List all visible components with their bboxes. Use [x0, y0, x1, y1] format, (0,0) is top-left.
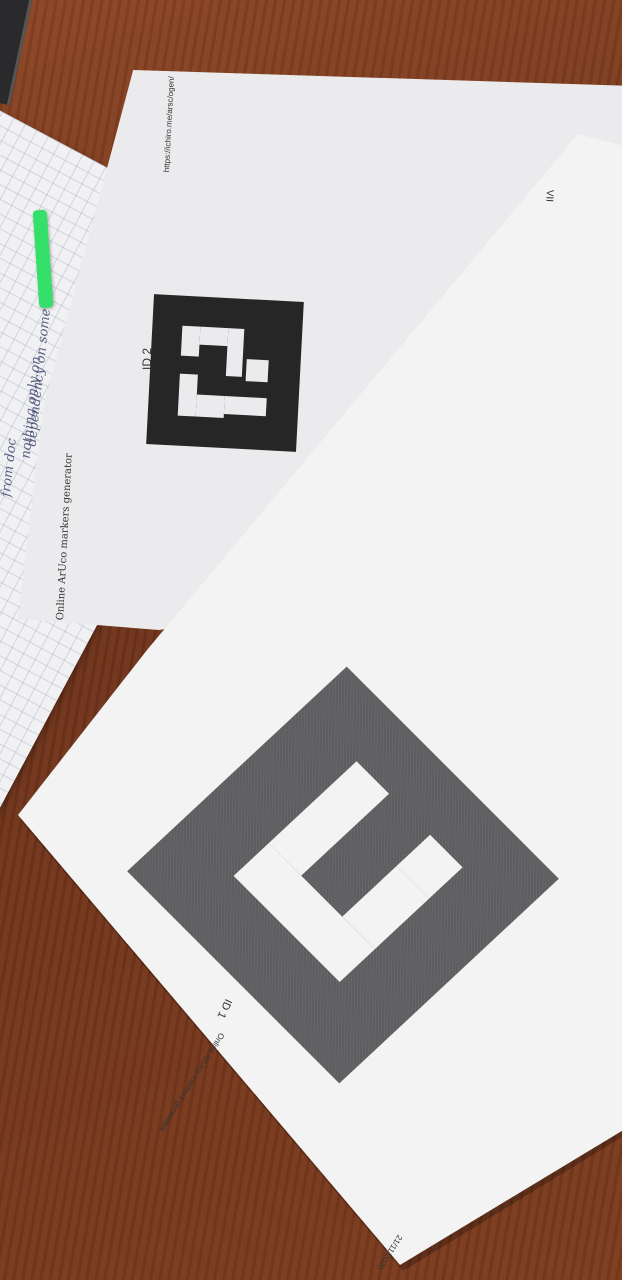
marker-1-footer: Online ArUco markers generator [157, 1031, 226, 1134]
photo-scene: dependency on some nothing only on codes… [0, 0, 622, 1280]
laptop-edge [0, 0, 35, 106]
aruco-marker-2 [146, 294, 304, 452]
page-corner-label: VII [543, 189, 555, 203]
